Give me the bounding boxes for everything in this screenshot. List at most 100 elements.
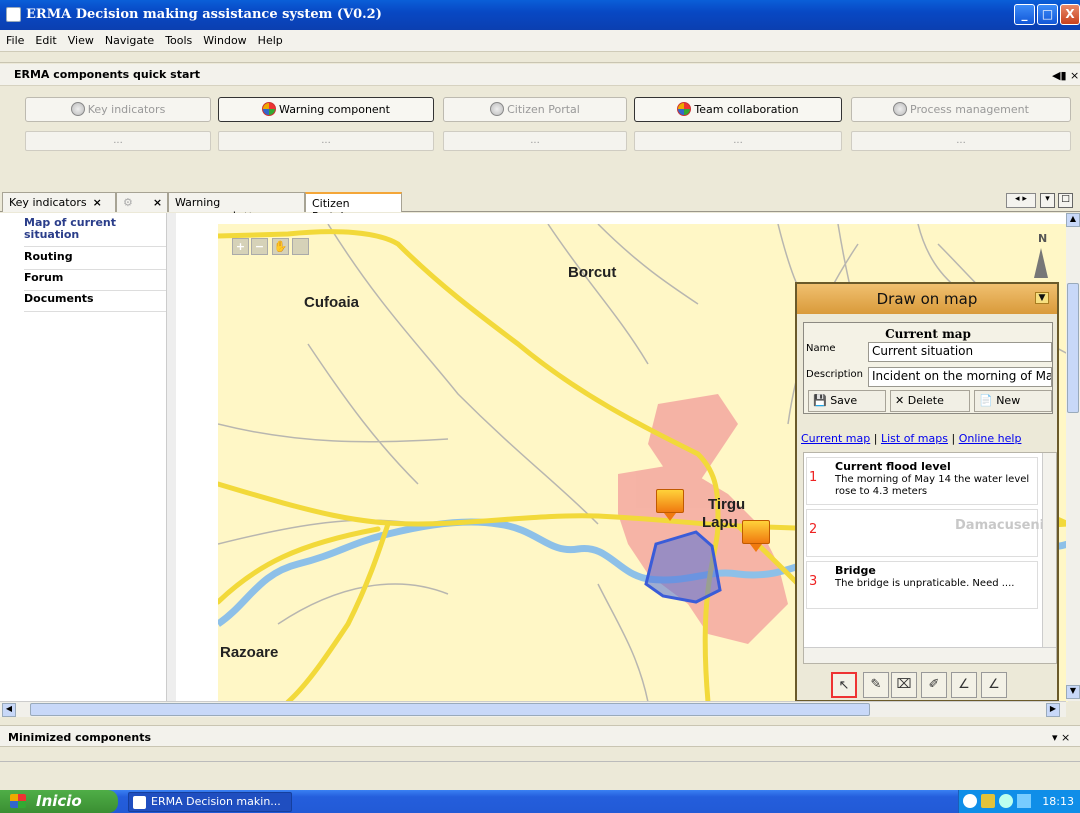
maximize-panel-icon[interactable]: □ (1058, 193, 1073, 208)
collapse-icon[interactable]: ▼ (1035, 292, 1049, 304)
tray-icon[interactable] (963, 794, 977, 808)
map-zoom-controls: + − ✋ (232, 238, 322, 256)
quickstart-title: ERMA components quick start (14, 68, 201, 81)
menu-file[interactable]: File (0, 30, 29, 47)
globe-icon (70, 102, 85, 116)
drawing-toolbar: ↖ ✎ ⌧ ✐ ∠ ∠ (827, 670, 1027, 700)
line-icon[interactable]: ∠ (951, 672, 977, 698)
place-label-tirgu: Tirgu (708, 496, 746, 513)
quickstart-header: ERMA components quick start ◀▮ × (0, 64, 1080, 86)
list-item[interactable]: 1 Current flood level The morning of May… (806, 457, 1038, 505)
zoom-box-icon[interactable] (292, 238, 309, 255)
save-button[interactable]: 💾 Save (808, 390, 886, 412)
qs-process-management-button[interactable]: Process management (851, 97, 1071, 122)
polygon-icon[interactable]: ⌧ (891, 672, 917, 698)
place-label-lapu: Lapu (702, 514, 738, 531)
qs-sub-button[interactable]: ... (851, 131, 1071, 151)
scroll-right-icon[interactable]: ▶ (1046, 703, 1060, 717)
link-list-of-maps[interactable]: List of maps (881, 432, 948, 445)
map-description-input[interactable]: Incident on the morning of May (868, 367, 1052, 387)
tab-scroll-arrows[interactable]: ◂ ▸ (1006, 193, 1036, 208)
item-title: Bridge (835, 564, 876, 577)
new-document-icon: 📄 (979, 394, 993, 407)
menu-view[interactable]: View (62, 30, 99, 47)
menu-edit[interactable]: Edit (29, 30, 61, 47)
clock: 18:13 (1042, 795, 1074, 808)
hscroll-thumb[interactable] (30, 703, 870, 716)
text-icon[interactable]: ✐ (921, 672, 947, 698)
search-icon[interactable] (999, 794, 1013, 808)
qs-warning-component-button[interactable]: Warning component (218, 97, 434, 122)
network-icon[interactable] (1017, 794, 1031, 808)
place-label-razoare: Razoare (220, 644, 279, 661)
north-label: N (1038, 232, 1048, 245)
menu-tools[interactable]: Tools (159, 30, 197, 47)
current-map-heading: Current map (885, 327, 971, 341)
pan-hand-icon[interactable]: ✋ (272, 238, 289, 255)
new-button[interactable]: 📄 New (974, 390, 1052, 412)
map-vscrollbar[interactable]: ▲ ▼ (1066, 213, 1080, 701)
scroll-left-icon[interactable]: ◀ (2, 703, 16, 717)
map-hscrollbar[interactable]: ◀ ▶ (0, 701, 1066, 717)
sidebar-item-map[interactable]: Map of current situation (24, 217, 168, 247)
app-icon (6, 7, 21, 22)
qs-citizen-portal-button[interactable]: Citizen Portal (443, 97, 627, 122)
draw-on-map-panel: Draw on map ▼ Current map Name Current s… (795, 282, 1059, 702)
title-bar[interactable]: ERMA Decision making assistance system (… (0, 0, 1080, 30)
tray-icon[interactable] (981, 794, 995, 808)
globe-icon (490, 102, 505, 116)
item-number: 1 (809, 470, 818, 485)
link-separator: | (951, 432, 956, 445)
list-hscrollbar[interactable] (804, 647, 1056, 663)
link-current-map[interactable]: Current map (801, 432, 870, 445)
zoom-out-button[interactable]: − (251, 238, 268, 255)
select-pointer-icon[interactable]: ↖ (831, 672, 857, 698)
scroll-up-icon[interactable]: ▲ (1066, 213, 1080, 227)
minimized-controls[interactable]: ▾ × (1052, 731, 1070, 744)
close-icon[interactable]: × (93, 196, 102, 209)
place-label-damacuseni: Damacuseni (955, 518, 1045, 533)
qs-sub-button[interactable]: ... (443, 131, 627, 151)
list-vscrollbar[interactable] (1042, 453, 1056, 647)
tab-key-indicators[interactable]: Key indicators × (2, 192, 116, 212)
taskbar-item-erma[interactable]: ERMA Decision makin... (128, 792, 292, 812)
map-marker-3[interactable] (742, 520, 770, 544)
map-name-input[interactable]: Current situation (868, 342, 1052, 362)
freehand-icon[interactable]: ∠ (981, 672, 1007, 698)
zoom-in-button[interactable]: + (232, 238, 249, 255)
current-map-form: Current map Name Current situation Descr… (803, 322, 1053, 414)
sidebar-splitter[interactable] (166, 213, 176, 701)
quickstart-controls[interactable]: ◀▮ × (1052, 69, 1079, 82)
minimized-components-bar: Minimized components ▾ × (0, 725, 1080, 747)
list-item[interactable]: 3 Bridge The bridge is unpraticable. Nee… (806, 561, 1038, 609)
marker-pointer (750, 544, 762, 552)
tab-warning-component[interactable]: Warning component× (168, 192, 305, 222)
scroll-down-icon[interactable]: ▼ (1066, 685, 1080, 699)
tab-citizen-portal[interactable]: Citizen Portal× (305, 192, 402, 223)
marker-pointer (664, 513, 676, 521)
delete-button[interactable]: ✕ Delete (890, 390, 970, 412)
qs-sub-button[interactable]: ... (634, 131, 842, 151)
tab-unnamed[interactable]: ⚙ × (116, 192, 168, 212)
qs-sub-button[interactable]: ... (218, 131, 434, 151)
start-button[interactable]: Inicio (0, 790, 118, 813)
maximize-button[interactable]: □ (1037, 4, 1058, 25)
sidebar-item-forum[interactable]: Forum (24, 271, 168, 291)
list-item[interactable]: 2 Damacuseni (806, 509, 1044, 557)
close-button[interactable]: X (1060, 4, 1080, 25)
tab-list-icon[interactable]: ▾ (1040, 193, 1055, 208)
sidebar-item-documents[interactable]: Documents (24, 292, 168, 312)
qs-sub-button[interactable]: ... (25, 131, 211, 151)
menu-navigate[interactable]: Navigate (99, 30, 159, 47)
qs-key-indicators-button[interactable]: Key indicators (25, 97, 211, 122)
link-online-help[interactable]: Online help (959, 432, 1022, 445)
qs-team-collaboration-button[interactable]: Team collaboration (634, 97, 842, 122)
close-icon[interactable]: × (153, 196, 162, 209)
sidebar-item-routing[interactable]: Routing (24, 250, 168, 270)
pin-icon[interactable]: ✎ (863, 672, 889, 698)
menu-help[interactable]: Help (252, 30, 288, 47)
scroll-thumb[interactable] (1067, 283, 1079, 413)
map-marker-1[interactable] (656, 489, 684, 513)
menu-window[interactable]: Window (197, 30, 251, 47)
minimize-button[interactable]: _ (1014, 4, 1035, 25)
